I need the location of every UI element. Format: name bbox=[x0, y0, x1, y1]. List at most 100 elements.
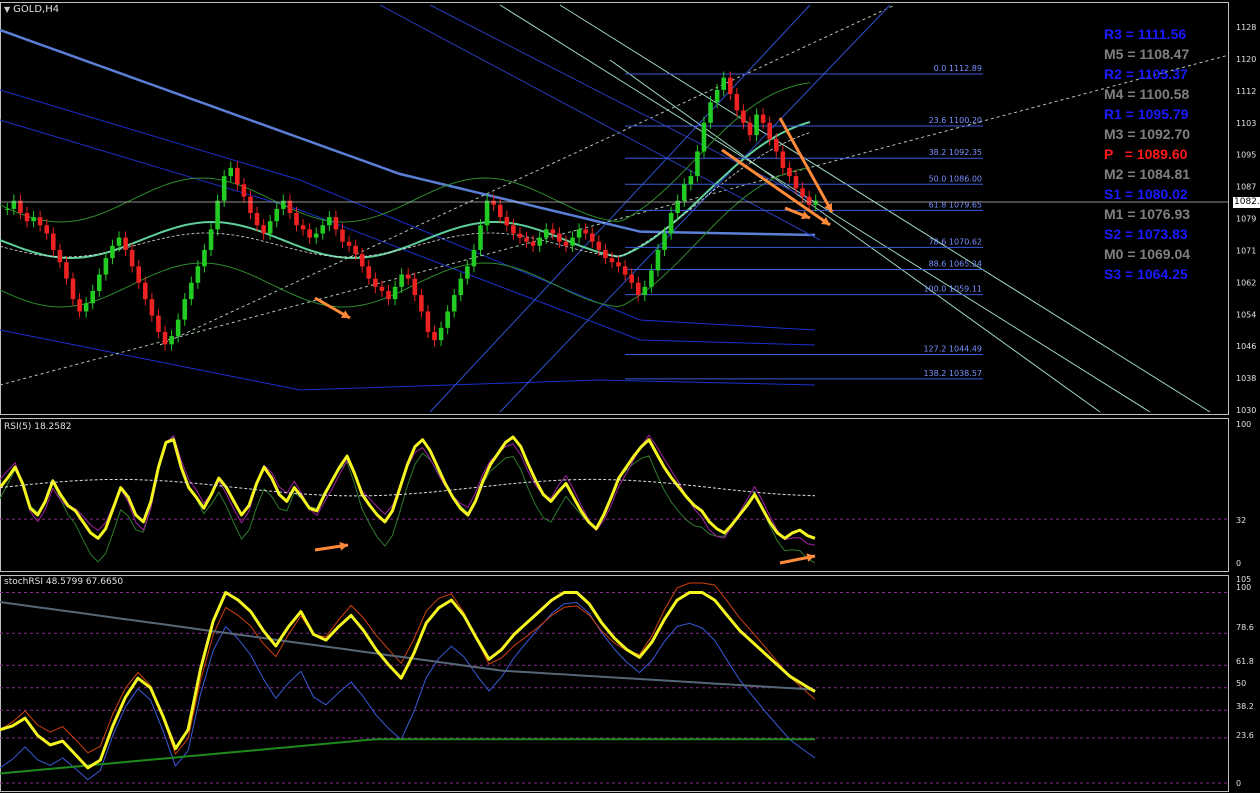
candle-body bbox=[806, 196, 812, 205]
fib-level-label: 23.6 1100.20 bbox=[929, 116, 982, 125]
candle-body bbox=[359, 254, 365, 267]
candle-body bbox=[471, 249, 477, 267]
pivot-level: M0 = 1069.04 bbox=[1104, 246, 1191, 262]
dropdown-icon[interactable]: ▼ bbox=[4, 5, 10, 14]
candle-body bbox=[202, 249, 207, 267]
candle-body bbox=[307, 229, 312, 238]
candle-body bbox=[419, 295, 424, 312]
fib-level-label: 0.0 1112.89 bbox=[934, 64, 982, 73]
candle-body bbox=[780, 151, 786, 168]
candle-body bbox=[254, 213, 260, 226]
candle-body bbox=[149, 299, 155, 316]
candle-body bbox=[83, 303, 89, 312]
candle-body bbox=[484, 200, 490, 226]
price-tick-label: 1087 bbox=[1236, 183, 1256, 192]
trading-chart[interactable]: 0.0 1112.89 23.6 1100.20 38.2 1092.35 50.0 … bbox=[0, 0, 1260, 793]
candle-body bbox=[438, 327, 444, 341]
down-channel-line bbox=[609, 59, 1101, 413]
candle-body bbox=[116, 237, 122, 246]
candle-body bbox=[629, 274, 634, 283]
price-tick-label: 1071 bbox=[1236, 246, 1256, 255]
candle-body bbox=[530, 241, 536, 246]
candle-body bbox=[675, 200, 680, 213]
candle-body bbox=[261, 225, 266, 234]
candle-body bbox=[51, 233, 56, 250]
stoch-blue-line bbox=[0, 602, 816, 781]
candle-body bbox=[589, 233, 595, 242]
candle-body bbox=[221, 176, 227, 201]
fib-level-label: 88.6 1065.24 bbox=[929, 259, 982, 268]
price-tick-label: 1079 bbox=[1236, 215, 1256, 224]
candle-body bbox=[241, 184, 247, 197]
candle-body bbox=[353, 245, 358, 255]
price-tick-label: 1103 bbox=[1236, 119, 1256, 128]
stoch-tick-label: 61.8 bbox=[1236, 657, 1254, 666]
candle-body bbox=[465, 266, 470, 279]
candle-body bbox=[18, 200, 23, 213]
candle-body bbox=[123, 237, 128, 250]
stoch-green-line bbox=[0, 738, 815, 775]
candle-body bbox=[248, 196, 253, 213]
candle-body bbox=[747, 122, 753, 136]
candle-body bbox=[681, 184, 687, 201]
price-tick-label: 1038 bbox=[1236, 374, 1256, 383]
candle-body bbox=[327, 217, 332, 226]
candle-body bbox=[550, 229, 556, 234]
candle-body bbox=[386, 290, 391, 300]
price-tick-label: 1054 bbox=[1236, 310, 1256, 319]
candle-body bbox=[373, 278, 378, 287]
fan-line bbox=[379, 4, 821, 241]
candle-body bbox=[603, 249, 608, 259]
candle-body bbox=[5, 208, 10, 210]
candle-body bbox=[576, 229, 582, 238]
candle-body bbox=[491, 200, 496, 205]
candle-body bbox=[90, 290, 96, 304]
candle-body bbox=[543, 229, 549, 238]
candle-body bbox=[721, 77, 726, 90]
candle-body bbox=[563, 241, 569, 246]
candle-body bbox=[31, 217, 36, 222]
price-tick-label: 1128 bbox=[1236, 23, 1256, 32]
candle-body bbox=[110, 245, 115, 259]
rsi-tick-label: 32 bbox=[1236, 516, 1246, 525]
candle-body bbox=[300, 225, 306, 230]
fib-level-label: 50.0 1086.00 bbox=[929, 174, 982, 183]
rsi-signal-line bbox=[0, 436, 816, 564]
candle-body bbox=[182, 299, 188, 320]
pivot-level: R3 = 1111.56 bbox=[1104, 26, 1187, 42]
candle-body bbox=[405, 274, 411, 279]
candle-body bbox=[103, 258, 109, 275]
price-tick-label: 1062 bbox=[1236, 278, 1256, 287]
price-tick-label: 1030 bbox=[1236, 406, 1256, 415]
candle-body bbox=[767, 122, 772, 140]
candle-body bbox=[451, 295, 457, 312]
bb-lower-line bbox=[0, 167, 811, 308]
price-tick-label: 1120 bbox=[1236, 55, 1256, 64]
candle-body bbox=[478, 225, 483, 250]
current-price-badge: 1082. bbox=[1233, 197, 1260, 208]
fib-level-label: 138.2 1038.57 bbox=[923, 369, 982, 378]
candle-body bbox=[504, 217, 510, 226]
candle-body bbox=[195, 266, 201, 283]
candle-body bbox=[189, 282, 194, 300]
stoch-tick-label: 0 bbox=[1236, 779, 1241, 788]
panel-frame bbox=[0, 418, 1229, 572]
pivot-levels-panel: R3 = 1111.56 M5 = 1108.47 R2 = 1105.37 M4 =… bbox=[1104, 24, 1229, 284]
stoch-tick-label: 50 bbox=[1236, 679, 1246, 688]
candle-body bbox=[642, 286, 648, 296]
stoch-tick-label: 78.6 bbox=[1236, 623, 1254, 632]
rsi-tick-label: 100 bbox=[1236, 420, 1251, 429]
stoch-title: stochRSI 48.5799 67.6650 bbox=[4, 577, 124, 587]
candle-body bbox=[208, 229, 214, 250]
rsi-line bbox=[0, 435, 816, 540]
pivot-level: P = 1089.60 bbox=[1104, 146, 1188, 162]
stoch-tick-label: 38.2 bbox=[1236, 702, 1254, 711]
candle-body bbox=[714, 89, 720, 103]
pivot-level: R2 = 1105.37 bbox=[1104, 66, 1188, 82]
pivot-level: R1 = 1095.79 bbox=[1104, 106, 1189, 122]
candle-body bbox=[497, 204, 503, 218]
candle-body bbox=[727, 77, 733, 95]
stoch-gray-line bbox=[0, 601, 816, 691]
panel-frame bbox=[0, 2, 1229, 415]
panel-frames bbox=[0, 2, 1229, 792]
